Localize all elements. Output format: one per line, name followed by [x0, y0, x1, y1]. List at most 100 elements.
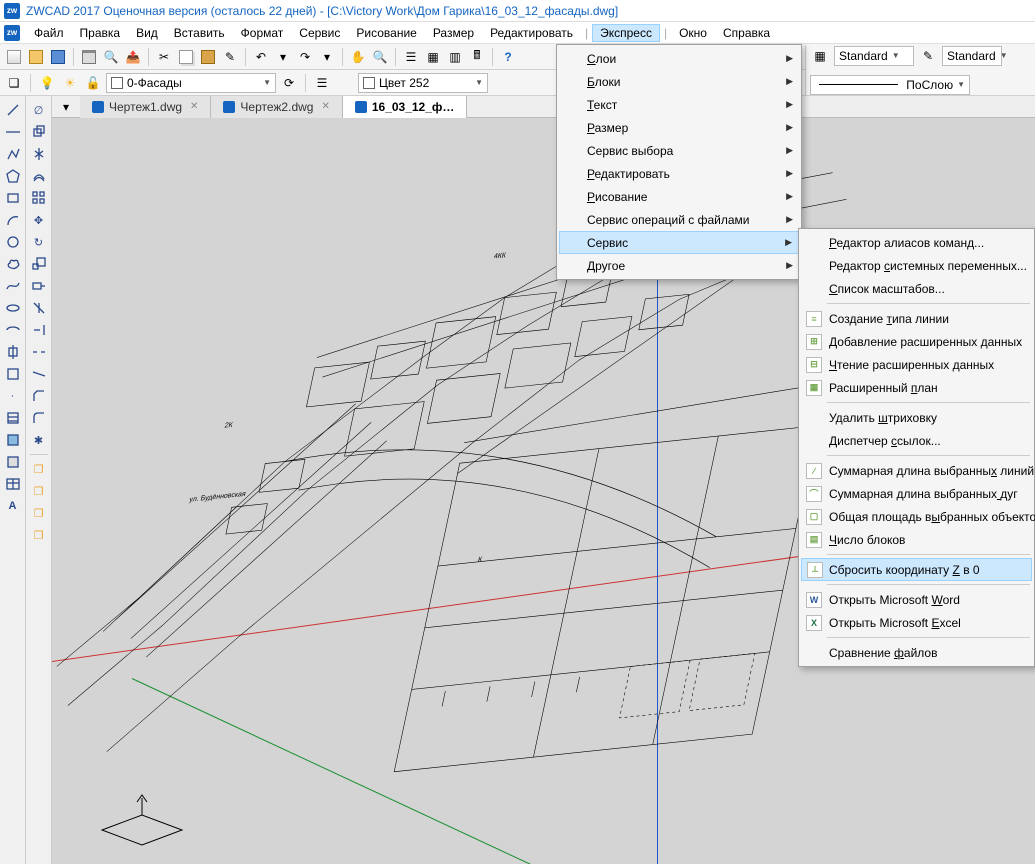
layer-prev-icon[interactable]: ⟳ — [279, 73, 299, 93]
erase-tool[interactable]: ∅ — [29, 100, 49, 120]
chamfer-tool[interactable] — [29, 386, 49, 406]
submenu-item[interactable]: ▦Расширенный план — [801, 376, 1032, 399]
explode-tool[interactable]: ✱ — [29, 430, 49, 450]
tab-doc-2[interactable]: Чертеж2.dwg✕ — [211, 96, 342, 118]
menu-file[interactable]: Файл — [26, 24, 72, 42]
layer-icon-2[interactable]: ❐ — [29, 481, 49, 501]
circle-tool[interactable] — [3, 232, 23, 252]
menu-help[interactable]: Справка — [715, 24, 778, 42]
fillet-tool[interactable] — [29, 408, 49, 428]
publish-button[interactable]: 📤 — [123, 47, 143, 67]
pan-button[interactable]: ✋ — [348, 47, 368, 67]
menu-item-сервис[interactable]: Сервис▶ — [559, 231, 799, 254]
tab-doc-1[interactable]: Чертеж1.dwg✕ — [80, 96, 211, 118]
close-icon[interactable]: ✕ — [187, 101, 198, 112]
submenu-item[interactable]: Диспетчер ссылок... — [801, 429, 1032, 452]
preview-button[interactable]: 🔍 — [101, 47, 121, 67]
save-button[interactable] — [48, 47, 68, 67]
menu-item-слои[interactable]: Слои▶ — [559, 47, 799, 70]
submenu-item[interactable]: Сравнение файлов — [801, 641, 1032, 664]
array-tool[interactable] — [29, 188, 49, 208]
break-tool[interactable] — [29, 342, 49, 362]
menu-item-сервис-выбора[interactable]: Сервис выбора▶ — [559, 139, 799, 162]
dim-style-icon[interactable]: ▦ — [810, 46, 830, 66]
menu-tools[interactable]: Сервис — [291, 24, 348, 42]
calc-button[interactable]: 🖩 — [467, 47, 487, 67]
mirror-tool[interactable] — [29, 144, 49, 164]
arc-tool[interactable] — [3, 210, 23, 230]
copy-button[interactable] — [176, 47, 196, 67]
toolpalettes-button[interactable]: ▥ — [445, 47, 465, 67]
menu-dimension[interactable]: Размер — [425, 24, 482, 42]
menu-modify[interactable]: Редактировать — [482, 24, 581, 42]
extend-tool[interactable] — [29, 320, 49, 340]
mtext-tool[interactable]: A — [3, 496, 23, 516]
redo-button[interactable]: ↷ — [295, 47, 315, 67]
undo-button[interactable]: ↶ — [251, 47, 271, 67]
designcenter-button[interactable]: ▦ — [423, 47, 443, 67]
submenu-item[interactable]: ∕Суммарная длина выбранных линий — [801, 459, 1032, 482]
new-button[interactable] — [4, 47, 24, 67]
close-icon[interactable]: ✕ — [318, 101, 329, 112]
make-block-tool[interactable] — [3, 364, 23, 384]
undo-drop-icon[interactable]: ▾ — [273, 47, 293, 67]
paste-button[interactable] — [198, 47, 218, 67]
hatch-tool[interactable] — [3, 408, 23, 428]
join-tool[interactable] — [29, 364, 49, 384]
help-button[interactable]: ? — [498, 47, 518, 67]
submenu-item[interactable]: ⟂Сбросить координату Z в 0 — [801, 558, 1032, 581]
menu-format[interactable]: Формат — [233, 24, 292, 42]
layer-icon-3[interactable]: ❐ — [29, 503, 49, 523]
menu-item-редактировать[interactable]: Редактировать▶ — [559, 162, 799, 185]
scale-tool[interactable] — [29, 254, 49, 274]
cut-button[interactable]: ✂ — [154, 47, 174, 67]
offset-tool[interactable] — [29, 166, 49, 186]
menu-item-рисование[interactable]: Рисование▶ — [559, 185, 799, 208]
menu-insert[interactable]: Вставить — [166, 24, 233, 42]
polygon-tool[interactable] — [3, 166, 23, 186]
region-tool[interactable] — [3, 452, 23, 472]
table-tool[interactable] — [3, 474, 23, 494]
redo-drop-icon[interactable]: ▾ — [317, 47, 337, 67]
revcloud-tool[interactable] — [3, 254, 23, 274]
submenu-item[interactable]: ⊟Чтение расширенных данных — [801, 353, 1032, 376]
layer-lock-icon[interactable]: 🔓 — [83, 73, 103, 93]
dim-style-combo[interactable]: Standard▼ — [942, 46, 1002, 66]
submenu-item[interactable]: ⌒Суммарная длина выбранных дуг — [801, 482, 1032, 505]
gradient-tool[interactable] — [3, 430, 23, 450]
layer-bulb-icon[interactable]: 💡 — [37, 73, 57, 93]
construction-line-tool[interactable] — [3, 122, 23, 142]
submenu-item[interactable]: Список масштабов... — [801, 277, 1032, 300]
text-style-combo[interactable]: Standard▼ — [834, 46, 914, 66]
submenu-item[interactable]: Редактор системных переменных... — [801, 254, 1032, 277]
menu-item-текст[interactable]: Текст▶ — [559, 93, 799, 116]
menu-window[interactable]: Окно — [671, 24, 715, 42]
rectangle-tool[interactable] — [3, 188, 23, 208]
spline-tool[interactable] — [3, 276, 23, 296]
tab-dropdown-icon[interactable]: ▾ — [52, 100, 80, 114]
menu-item-другое[interactable]: Другое▶ — [559, 254, 799, 277]
menu-draw[interactable]: Рисование — [348, 24, 424, 42]
insert-block-tool[interactable] — [3, 342, 23, 362]
layer-combo[interactable]: 0-Фасады ▼ — [106, 73, 276, 93]
stretch-tool[interactable] — [29, 276, 49, 296]
point-tool[interactable]: · — [3, 386, 23, 406]
print-button[interactable] — [79, 47, 99, 67]
line-tool[interactable] — [3, 100, 23, 120]
menu-item-блоки[interactable]: Блоки▶ — [559, 70, 799, 93]
layer-states-icon[interactable]: ☰ — [312, 73, 332, 93]
submenu-item[interactable]: ⊞Добавление расширенных данных — [801, 330, 1032, 353]
menu-item-сервис-операций-с-файлами[interactable]: Сервис операций с файлами▶ — [559, 208, 799, 231]
tab-doc-3[interactable]: 16_03_12_ф… — [343, 96, 468, 118]
menu-view[interactable]: Вид — [128, 24, 166, 42]
polyline-tool[interactable] — [3, 144, 23, 164]
layer-manager-button[interactable]: ❏ — [4, 73, 24, 93]
submenu-item[interactable]: Удалить штриховку — [801, 406, 1032, 429]
move-tool[interactable]: ✥ — [29, 210, 49, 230]
trim-tool[interactable] — [29, 298, 49, 318]
text-style-icon[interactable]: ✎ — [918, 46, 938, 66]
layer-icon-1[interactable]: ❐ — [29, 459, 49, 479]
ellipse-arc-tool[interactable] — [3, 320, 23, 340]
layer-sun-icon[interactable]: ☀ — [60, 73, 80, 93]
submenu-item[interactable]: WОткрыть Microsoft Word — [801, 588, 1032, 611]
